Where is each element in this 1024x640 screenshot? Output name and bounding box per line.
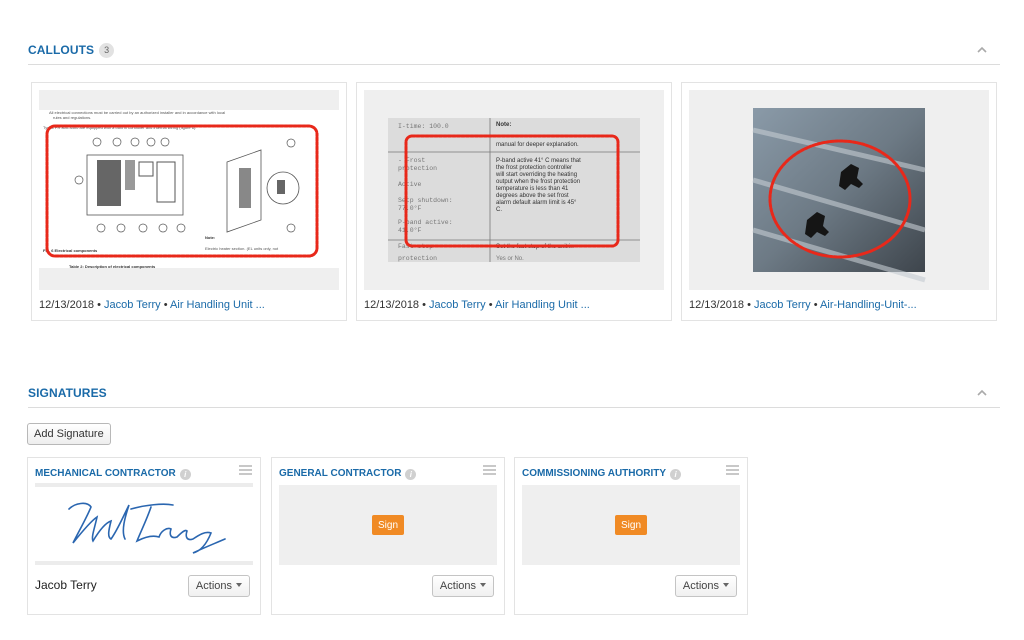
callout-date: 12/13/2018: [364, 299, 420, 311]
callout-author-link[interactable]: Jacob Terry: [754, 299, 811, 311]
separator: •: [810, 299, 821, 311]
thumb2-desc4: output when the frost protection: [496, 179, 580, 185]
caret-down-icon: [723, 583, 729, 587]
signature-card-title: MECHANICAL CONTRACTOR i: [35, 468, 191, 480]
signatures-title: SIGNATURES: [28, 386, 107, 400]
callout-reference-link[interactable]: Air Handling Unit ...: [495, 299, 590, 311]
sign-button[interactable]: Sign: [615, 515, 647, 535]
thumb2-desc6: degrees above the set frost: [496, 193, 569, 199]
hamburger-menu-icon[interactable]: [726, 465, 739, 476]
callout-date: 12/13/2018: [689, 299, 745, 311]
thumb2-setp2: 77.0°F: [398, 204, 422, 212]
callout-card[interactable]: 12/13/2018 • Jacob Terry • Air-Handling-…: [681, 82, 997, 321]
photo-image: [689, 90, 989, 290]
caret-down-icon: [236, 583, 242, 587]
callouts-title: CALLOUTS 3: [28, 43, 115, 58]
signature-card-mechanical-contractor: MECHANICAL CONTRACTOR i Jacob Terry Actio…: [27, 457, 261, 615]
thumb2-manual: manual for deeper explanation.: [496, 142, 579, 148]
info-icon[interactable]: i: [670, 469, 682, 480]
thumb2-desc1: P-band active 41° C means that: [496, 158, 581, 164]
signature-card-title: COMMISSIONING AUTHORITY i: [522, 468, 682, 480]
handwritten-signature: [68, 502, 226, 554]
settings-table-image: I-time: 100.0 - Frost protection Active …: [364, 90, 664, 290]
callout-author-link[interactable]: Jacob Terry: [104, 299, 161, 311]
signature-role-label: MECHANICAL CONTRACTOR: [35, 468, 176, 479]
thumb2-desc5: temperature is less than 41: [496, 186, 569, 192]
hamburger-menu-icon[interactable]: [483, 465, 496, 476]
thumb1-line2: rules and regulations.: [53, 115, 91, 120]
callouts-section-header: CALLOUTS 3: [28, 35, 1000, 65]
callout-card[interactable]: I-time: 100.0 - Frost protection Active …: [356, 82, 672, 321]
thumb1-note: Note:: [205, 235, 215, 240]
thumb2-active: Active: [398, 181, 422, 188]
separator: •: [160, 299, 171, 311]
thumb2-desc7: alarm default alarm limit is 45°: [496, 200, 577, 206]
thumb1-table: Table 2: Description of electrical compo…: [69, 264, 156, 269]
thumb2-desc8: C.: [496, 207, 502, 213]
callouts-count-badge: 3: [99, 43, 115, 58]
callout-thumbnail[interactable]: I-time: 100.0 - Frost protection Active …: [364, 90, 664, 290]
callout-date: 12/13/2018: [39, 299, 95, 311]
actions-dropdown-button[interactable]: Actions: [674, 575, 737, 597]
callout-meta: 12/13/2018 • Jacob Terry • Air-Handling-…: [689, 299, 917, 311]
actions-label: Actions: [195, 580, 232, 592]
caret-down-icon: [480, 583, 486, 587]
chevron-up-icon[interactable]: [976, 388, 988, 398]
callout-thumbnail[interactable]: All electrical connections must be carri…: [39, 90, 339, 290]
signature-role-label: COMMISSIONING AUTHORITY: [522, 468, 667, 479]
thumb2-yesno: Yes or No.: [496, 256, 524, 262]
info-icon[interactable]: i: [179, 469, 191, 480]
add-signature-button[interactable]: Add Signature: [27, 423, 111, 445]
actions-dropdown-button[interactable]: Actions: [187, 575, 250, 597]
actions-label: Actions: [682, 580, 719, 592]
thumb1-elec: Electric heater section. (EL units only,…: [205, 246, 279, 251]
callout-meta: 12/13/2018 • Jacob Terry • Air Handling …: [364, 299, 590, 311]
info-icon[interactable]: i: [405, 469, 417, 480]
callout-reference-link[interactable]: Air Handling Unit ...: [170, 299, 265, 311]
wiring-diagram-image: All electrical connections must be carri…: [39, 90, 339, 290]
thumb2-desc2: the frost protection controller: [496, 165, 572, 171]
signature-card-commissioning-authority: COMMISSIONING AUTHORITY i Sign Actions: [514, 457, 748, 615]
thumb2-pband2: 41.0°F: [398, 226, 422, 234]
separator: •: [419, 299, 430, 311]
thumb2-frost1: - Frost: [398, 157, 425, 164]
thumb2-protection: protection: [398, 255, 437, 262]
separator: •: [94, 299, 105, 311]
thumb2-itime: I-time: 100.0: [398, 123, 449, 130]
chevron-up-icon[interactable]: [976, 45, 988, 55]
callouts-title-text: CALLOUTS: [28, 43, 95, 57]
separator: •: [485, 299, 496, 311]
thumb1-fig: Fig. 6 Electrical components: [43, 248, 98, 253]
signature-card-title: GENERAL CONTRACTOR i: [279, 468, 417, 480]
thumb2-desc3: will start overriding the heating: [495, 172, 577, 178]
signature-image: [35, 483, 253, 565]
callout-author-link[interactable]: Jacob Terry: [429, 299, 486, 311]
signature-card-general-contractor: GENERAL CONTRACTOR i Sign Actions: [271, 457, 505, 615]
signature-placeholder: Sign: [279, 485, 497, 565]
actions-dropdown-button[interactable]: Actions: [431, 575, 494, 597]
signature-role-label: GENERAL CONTRACTOR: [279, 468, 402, 479]
signatures-section-header: SIGNATURES: [28, 378, 1000, 408]
callout-thumbnail[interactable]: [689, 90, 989, 290]
callout-reference-link[interactable]: Air-Handling-Unit-...: [820, 299, 917, 311]
actions-label: Actions: [439, 580, 476, 592]
signature-placeholder: Sign: [522, 485, 740, 565]
thumb2-note: Note:: [496, 122, 511, 128]
callout-card[interactable]: All electrical connections must be carri…: [31, 82, 347, 321]
separator: •: [744, 299, 755, 311]
sign-button[interactable]: Sign: [372, 515, 404, 535]
callout-meta: 12/13/2018 • Jacob Terry • Air Handling …: [39, 299, 265, 311]
thumb2-frost2: protection: [398, 165, 437, 172]
hamburger-menu-icon[interactable]: [239, 465, 252, 476]
signer-name: Jacob Terry: [35, 578, 97, 592]
